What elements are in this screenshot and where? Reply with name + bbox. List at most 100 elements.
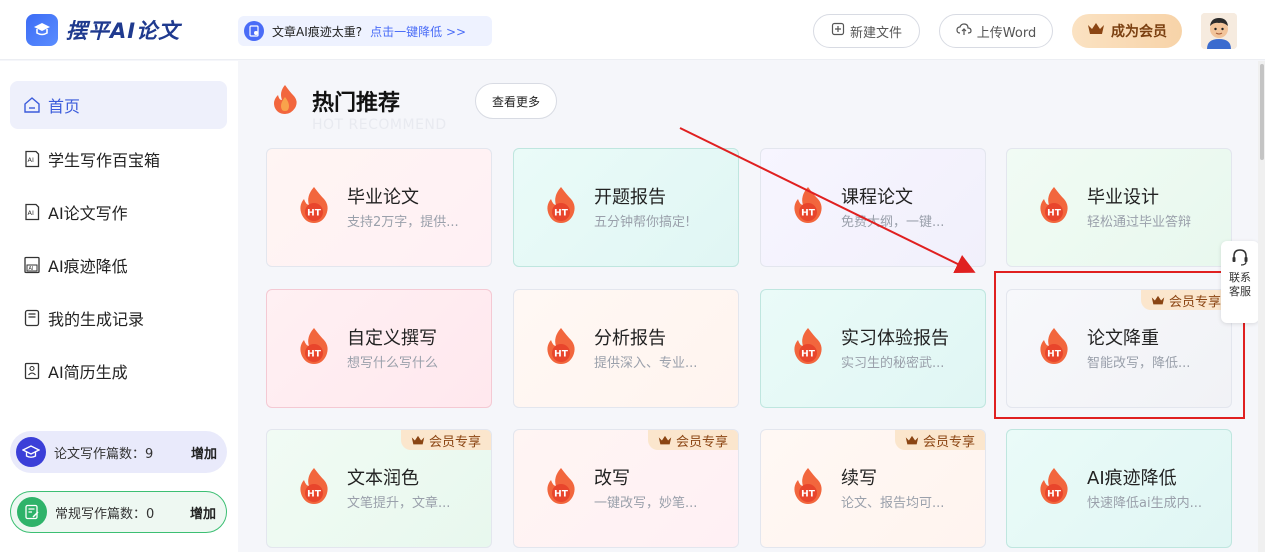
card-title: 文本润色 [347, 468, 419, 489]
new-file-icon [831, 22, 845, 40]
headset-icon [1230, 247, 1250, 271]
paper-count-label: 论文写作篇数：9 [54, 446, 154, 462]
fire-badge-text: HT [801, 350, 816, 360]
view-more-button[interactable]: 查看更多 [475, 83, 557, 119]
fire-badge-text: HT [1047, 209, 1062, 219]
card-title: 毕业设计 [1087, 187, 1159, 208]
add-regular-count-button[interactable]: 增加 [190, 503, 216, 522]
vip-tag-label: 会员专享 [922, 434, 975, 450]
card-desc: 想写什么写什么 [347, 356, 439, 371]
graduation-cap-icon [16, 437, 46, 467]
sidebar-item-label: AI痕迹降低 [48, 257, 128, 276]
card-graduation-thesis[interactable]: HT 毕业论文 支持2万字，提供... [266, 148, 492, 267]
logo-icon [26, 14, 58, 46]
crown-icon [1087, 22, 1105, 40]
upload-word-button[interactable]: 上传Word [939, 14, 1053, 48]
new-file-button[interactable]: 新建文件 [813, 14, 920, 48]
card-title: 开题报告 [594, 187, 666, 208]
notice-icon [244, 21, 264, 41]
paper-count-box: 论文写作篇数：9 增加 [10, 431, 227, 473]
edit-doc-icon [17, 497, 47, 527]
card-graduation-design[interactable]: HT 毕业设计轻松通过毕业答辩 [1006, 148, 1232, 267]
card-desc: 提供深入、专业... [594, 356, 698, 371]
card-internship-report[interactable]: HT 实习体验报告 实习生的秘密武... [760, 289, 986, 408]
customer-service-button[interactable]: 联系 客服 [1221, 241, 1259, 323]
become-member-button[interactable]: 成为会员 [1072, 14, 1182, 48]
hot-fire-icon: HT [297, 466, 331, 506]
hot-fire-icon: HT [297, 326, 331, 366]
card-desc: 实习生的秘密武... [841, 356, 945, 371]
hot-fire-icon: HT [791, 185, 825, 225]
logo[interactable]: 摆平AI论文 [26, 14, 180, 46]
card-ai-trace-reduce[interactable]: HT AI痕迹降低快速降低ai生成内... [1006, 429, 1232, 548]
fire-badge-text: HT [554, 490, 569, 500]
sidebar-item-ai-resume[interactable]: AI简历生成 [10, 347, 227, 395]
svg-text:AI: AI [28, 209, 34, 217]
home-icon [22, 95, 42, 115]
hot-fire-icon: HT [1037, 466, 1071, 506]
hot-fire-icon: HT [791, 326, 825, 366]
sidebar-item-label: AI论文写作 [48, 204, 128, 223]
card-desc: 一键改写，妙笔... [594, 496, 698, 511]
card-analysis-report[interactable]: HT 分析报告 提供深入、专业... [513, 289, 739, 408]
card-desc: 五分钟帮你搞定! [594, 215, 691, 230]
section-title: 热门推荐 [312, 91, 401, 116]
resume-icon [22, 361, 42, 381]
hot-fire-icon: HT [297, 185, 331, 225]
regular-count-box: 常规写作篇数：0 增加 [10, 491, 227, 533]
hot-recommend-header: 热门推荐 [268, 82, 400, 120]
hot-fire-icon: HT [1037, 185, 1071, 225]
card-title: 课程论文 [841, 187, 913, 208]
fire-badge-text: HT [307, 350, 322, 360]
notice-text: 文章AI痕迹太重? [272, 24, 363, 39]
add-paper-count-button[interactable]: 增加 [191, 443, 217, 462]
fire-badge-text: HT [801, 209, 816, 219]
card-course-paper[interactable]: HT 课程论文免费大纲，一键... [760, 148, 986, 267]
ai-doc-icon: AI [22, 202, 42, 222]
sidebar-item-ai-paper-writing[interactable]: AI AI论文写作 [10, 188, 227, 236]
new-file-label: 新建文件 [849, 25, 902, 41]
vip-tag: 会员专享 [647, 430, 738, 450]
card-desc: 免费大纲，一键... [841, 215, 945, 230]
fire-badge-text: HT [801, 490, 816, 500]
sidebar-item-home[interactable]: 首页 [10, 81, 227, 129]
card-desc: 轻松通过毕业答辩 [1087, 215, 1192, 230]
vip-tag-label: 会员专享 [428, 434, 481, 450]
notice-link[interactable]: 点击一键降低 >> [370, 23, 466, 40]
highlight-box [994, 271, 1245, 419]
card-title: 毕业论文 [347, 187, 419, 208]
svg-text:AI: AI [29, 266, 34, 272]
sidebar-item-my-records[interactable]: 我的生成记录 [10, 294, 227, 342]
card-proposal-report[interactable]: HT 开题报告五分钟帮你搞定! [513, 148, 739, 267]
avatar[interactable] [1201, 13, 1237, 49]
card-continue-writing[interactable]: HT 续写 论文、报告均可... 会员专享 [760, 429, 986, 548]
sidebar-item-label: 学生写作百宝箱 [48, 151, 161, 170]
vip-tag: 会员专享 [894, 430, 985, 450]
card-rewrite[interactable]: HT 改写 一键改写，妙笔... 会员专享 [513, 429, 739, 548]
card-text-polish[interactable]: HT 文本润色 文笔提升，文章... 会员专享 [266, 429, 492, 548]
hot-fire-icon: HT [544, 326, 578, 366]
sidebar-item-label: AI简历生成 [48, 363, 128, 382]
svg-text:AI: AI [28, 156, 34, 164]
sidebar-item-student-toolbox[interactable]: AI 学生写作百宝箱 [10, 135, 227, 183]
top-header: 摆平AI论文 文章AI痕迹太重? 点击一键降低 >> 新建文件 上传Word 成… [0, 0, 1265, 60]
card-title: AI痕迹降低 [1087, 468, 1177, 489]
hot-fire-icon: HT [791, 466, 825, 506]
vip-tag: 会员专享 [400, 430, 491, 450]
card-custom-writing[interactable]: HT 自定义撰写想写什么写什么 [266, 289, 492, 408]
crown-icon [658, 435, 672, 444]
card-desc: 快速降低ai生成内... [1087, 496, 1202, 511]
sidebar-item-label: 首页 [48, 97, 81, 116]
logo-text: 摆平AI论文 [66, 19, 181, 43]
card-title: 自定义撰写 [347, 328, 437, 349]
crown-icon [411, 435, 425, 444]
fire-badge-text: HT [554, 209, 569, 219]
hot-fire-icon: HT [544, 185, 578, 225]
fire-badge-text: HT [307, 490, 322, 500]
sidebar-item-ai-trace-reduce[interactable]: AI AI痕迹降低 [10, 241, 227, 289]
ai-notice-banner[interactable]: 文章AI痕迹太重? 点击一键降低 >> [238, 16, 492, 46]
become-member-label: 成为会员 [1111, 24, 1167, 40]
scrollbar-thumb[interactable] [1260, 64, 1264, 160]
crown-icon [905, 435, 919, 444]
regular-count-label: 常规写作篇数：0 [55, 506, 155, 522]
